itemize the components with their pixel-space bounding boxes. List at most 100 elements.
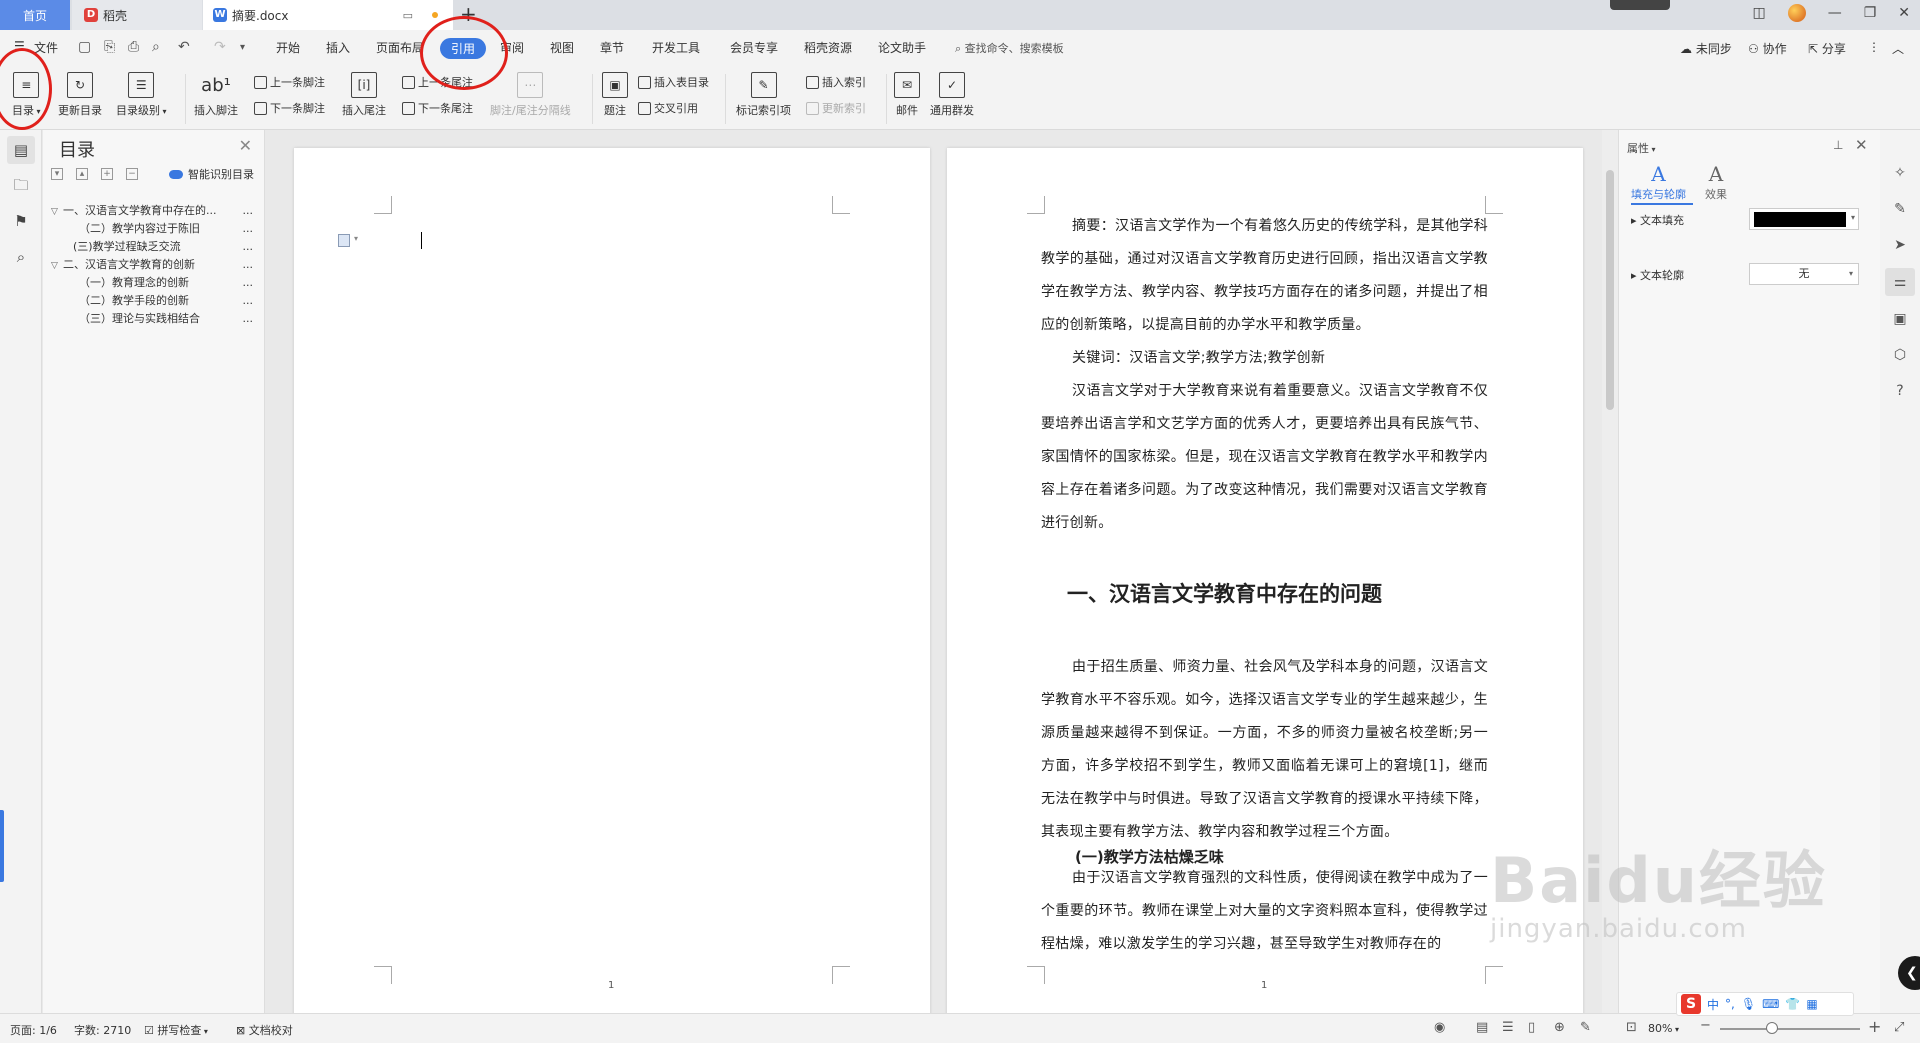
search-icon[interactable]: ⌕ xyxy=(12,248,30,266)
chevron-down-icon[interactable]: ▽ xyxy=(51,257,63,275)
menu-page-layout[interactable]: 页面布局 xyxy=(376,39,424,56)
toc-item[interactable]: （二）教学内容过于陈旧... xyxy=(51,220,259,238)
minimize-button[interactable]: — xyxy=(1828,5,1842,21)
insert-table-of-figures-button[interactable]: 插入表目录 xyxy=(638,74,709,90)
cross-reference-button[interactable]: 交叉引用 xyxy=(638,100,698,116)
command-search[interactable]: ⌕ 查找命令、搜索模板 xyxy=(955,40,1064,56)
tab-home[interactable]: 首页 xyxy=(0,0,70,30)
document-body-section1-1[interactable]: 由于汉语言文学教育强烈的文科性质，使得阅读在教学中成为了一个重要的环节。教师在课… xyxy=(1041,862,1488,961)
toolbox-icon[interactable]: ▦ xyxy=(1806,997,1817,1011)
help-icon[interactable]: ? xyxy=(1891,382,1909,400)
layout-icon[interactable]: ◫ xyxy=(1752,5,1765,21)
mark-index-button[interactable]: ✎ 标记索引项 xyxy=(736,72,791,118)
tab-effect[interactable]: A 效果 xyxy=(1705,162,1727,202)
avatar[interactable] xyxy=(1787,4,1806,22)
ime-language[interactable]: 中 xyxy=(1707,996,1719,1013)
page-1[interactable]: ▾ 1 xyxy=(294,148,930,1013)
prev-footnote-button[interactable]: 上一条脚注 xyxy=(254,74,325,90)
prev-endnote-button[interactable]: 上一条尾注 xyxy=(402,74,473,90)
toc-item[interactable]: ▽ 二、汉语言文学教育的创新... xyxy=(51,256,259,274)
zoom-out-icon[interactable]: − xyxy=(1700,1018,1711,1033)
document-body-top[interactable]: 摘要：汉语言文学作为一个有着悠久历史的传统学科，是其他学科教学的基础，通过对汉语… xyxy=(1041,210,1488,540)
toc-nav-icon[interactable]: ▤ xyxy=(12,141,30,159)
menu-start[interactable]: 开始 xyxy=(276,39,300,56)
sync-status[interactable]: ☁ 未同步 xyxy=(1680,40,1732,57)
zoom-slider[interactable] xyxy=(1720,1028,1860,1030)
style-icon[interactable]: ✧ xyxy=(1891,164,1909,182)
toc-item[interactable]: （二）教学手段的创新... xyxy=(51,292,259,310)
doc-proofread[interactable]: ⊠ 文档校对 xyxy=(236,1022,293,1038)
pen-icon[interactable]: ✎ xyxy=(1891,200,1909,218)
insert-endnote-button[interactable]: [i] 插入尾注 xyxy=(342,72,386,118)
scrollbar-thumb[interactable] xyxy=(1606,170,1614,410)
chevron-down-icon[interactable]: ▽ xyxy=(51,203,63,221)
image-icon[interactable]: ▣ xyxy=(1891,310,1909,328)
share-button[interactable]: ⇱ 分享 xyxy=(1808,40,1846,57)
bookmark-icon[interactable]: ⚑ xyxy=(12,212,30,230)
undo-icon[interactable]: ↶ xyxy=(178,39,190,55)
toc-item[interactable]: （一）教育理念的创新... xyxy=(51,274,259,292)
menu-references[interactable]: 引用 xyxy=(440,38,486,59)
print-icon[interactable]: ⎙ xyxy=(128,39,139,55)
insert-footnote-button[interactable]: ab¹ 插入脚注 xyxy=(194,72,238,118)
fit-page-icon[interactable]: ⊡ xyxy=(1626,1020,1637,1035)
menu-member[interactable]: 会员专享 xyxy=(730,39,778,56)
expand-all-icon[interactable]: ▴ xyxy=(76,168,88,180)
update-index-button[interactable]: 更新索引 xyxy=(806,100,866,116)
document-body-section1[interactable]: 由于招生质量、师资力量、社会风气及学科本身的问题，汉语言文学教育水平不容乐观。如… xyxy=(1041,651,1488,849)
write-mode-icon[interactable]: ✎ xyxy=(1580,1020,1591,1035)
text-fill-color-picker[interactable]: ▾ xyxy=(1749,208,1859,230)
menu-chapter[interactable]: 章节 xyxy=(600,39,624,56)
cursor-icon[interactable]: ➤ xyxy=(1891,236,1909,254)
update-toc-button[interactable]: ↻ 更新目录 xyxy=(58,72,102,118)
tab-document[interactable]: W 摘要.docx ▭ xyxy=(203,0,453,30)
text-fill-row[interactable]: ▸ 文本填充 xyxy=(1631,212,1684,228)
zoom-level[interactable]: 80% ▾ xyxy=(1648,1022,1679,1035)
eye-protect-icon[interactable]: ◉ xyxy=(1434,1020,1445,1035)
page-view-icon[interactable]: ▤ xyxy=(1476,1020,1488,1035)
collapse-all-icon[interactable]: ▾ xyxy=(51,168,63,180)
toc-button[interactable]: ≡ 目录 ▾ xyxy=(12,72,41,118)
toc-level-button[interactable]: ☰ 目录级别 ▾ xyxy=(116,72,167,118)
remove-heading-icon[interactable]: − xyxy=(126,168,138,180)
new-tab-button[interactable]: + xyxy=(460,2,477,26)
side-handle[interactable] xyxy=(0,810,4,882)
more-icon[interactable]: ⋮ xyxy=(1868,40,1880,54)
close-icon[interactable]: ✕ xyxy=(239,136,252,155)
next-endnote-button[interactable]: 下一条尾注 xyxy=(402,100,473,116)
heading-1[interactable]: 一、汉语言文学教育中存在的问题 xyxy=(1067,578,1382,608)
chapter-nav-icon[interactable]: 🗀 xyxy=(12,176,30,194)
zoom-slider-handle[interactable] xyxy=(1766,1022,1778,1034)
zoom-in-icon[interactable]: + xyxy=(1868,1017,1881,1036)
menu-developer[interactable]: 开发工具 xyxy=(652,39,700,56)
smart-toc-button[interactable]: 智能识别目录 xyxy=(169,166,254,182)
page-2[interactable]: 摘要：汉语言文学作为一个有着悠久历史的传统学科，是其他学科教学的基础，通过对汉语… xyxy=(947,148,1583,1013)
close-icon[interactable]: ✕ xyxy=(1855,136,1868,154)
quick-access-more-icon[interactable]: ▾ xyxy=(240,42,245,53)
paragraph-options-icon[interactable] xyxy=(338,234,350,247)
monitor-icon[interactable]: ▭ xyxy=(403,9,413,22)
page-indicator[interactable]: 页面: 1/6 xyxy=(10,1022,57,1038)
print-preview-icon[interactable]: ⌕ xyxy=(152,39,160,55)
properties-icon[interactable]: ⚌ xyxy=(1891,273,1909,291)
collapse-ribbon-icon[interactable]: ︿ xyxy=(1892,40,1904,57)
add-heading-icon[interactable]: + xyxy=(101,168,113,180)
microphone-icon[interactable]: 🎙 xyxy=(1741,997,1756,1011)
tab-fill-outline[interactable]: A 填充与轮廓 xyxy=(1631,162,1686,202)
word-count[interactable]: 字数: 2710 xyxy=(74,1022,131,1038)
footnote-separator-button[interactable]: ⋯ 脚注/尾注分隔线 xyxy=(490,72,571,118)
spell-check[interactable]: ☑ 拼写检查 ▾ xyxy=(144,1022,208,1038)
punctuation-icon[interactable]: °, xyxy=(1725,997,1735,1011)
caption-button[interactable]: ▣ 题注 xyxy=(602,72,628,118)
skin-icon[interactable]: 👕 xyxy=(1785,997,1800,1011)
pin-icon[interactable]: ⊥ xyxy=(1833,138,1843,152)
restore-button[interactable]: ❐ xyxy=(1864,5,1877,21)
web-view-icon[interactable]: ⊕ xyxy=(1554,1020,1565,1035)
menu-thesis-assistant[interactable]: 论文助手 xyxy=(878,39,926,56)
shield-icon[interactable]: ⬡ xyxy=(1891,346,1909,364)
menu-file[interactable]: 文件 xyxy=(34,39,58,56)
ime-toolbar[interactable]: S 中 °, 🎙 ⌨ 👕 ▦ xyxy=(1676,992,1854,1016)
insert-index-button[interactable]: 插入索引 xyxy=(806,74,866,90)
menu-view[interactable]: 视图 xyxy=(550,39,574,56)
fullscreen-icon[interactable]: ⤢ xyxy=(1894,1020,1904,1035)
